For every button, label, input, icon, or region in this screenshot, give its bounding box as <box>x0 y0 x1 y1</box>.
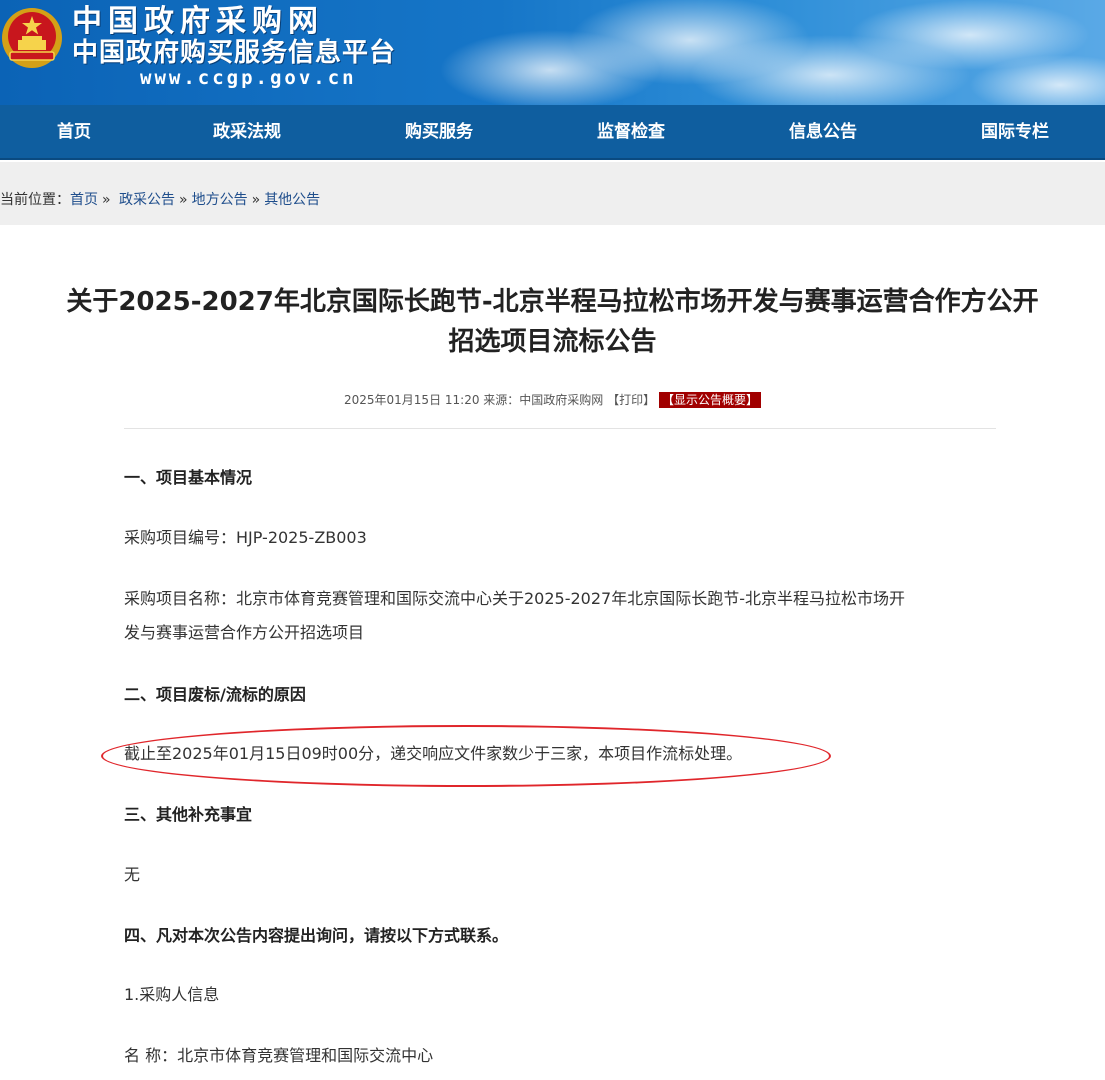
purchaser-info-heading: 1.采购人信息 <box>124 985 220 1004</box>
project-name-line-1: 采购项目名称：北京市体育竞赛管理和国际交流中心关于2025-2027年北京国际长… <box>124 589 905 608</box>
nav-item-regulations[interactable]: 政采法规 <box>196 105 298 160</box>
section-heading-1: 一、项目基本情况 <box>124 468 253 487</box>
section-heading-3: 三、其他补充事宜 <box>124 805 253 824</box>
divider <box>124 428 996 429</box>
breadcrumb-other-notices[interactable]: 其他公告 <box>264 192 320 208</box>
breadcrumb-separator: » <box>179 192 188 208</box>
project-name: 采购项目名称：北京市体育竞赛管理和国际交流中心关于2025-2027年北京国际长… <box>124 582 999 650</box>
site-title: 中国政府采购网 <box>72 4 324 39</box>
article-source: 来源：中国政府采购网 <box>483 393 604 407</box>
breadcrumb-prefix: 当前位置： <box>0 192 70 208</box>
breadcrumb-bar: 当前位置：首页» 政采公告» 地方公告» 其他公告 <box>0 162 1105 225</box>
project-number: 采购项目编号：HJP-2025-ZB003 <box>124 528 367 547</box>
site-header-banner: 中国政府采购网 中国政府购买服务信息平台 www.ccgp.gov.cn <box>0 0 1105 105</box>
breadcrumb: 当前位置：首页» 政采公告» 地方公告» 其他公告 <box>0 190 320 210</box>
nav-item-international[interactable]: 国际专栏 <box>964 105 1066 160</box>
nav-item-supervision[interactable]: 监督检查 <box>580 105 682 160</box>
publish-date: 2025年01月15日 11:20 <box>343 393 480 407</box>
failure-reason: 截止至2025年01月15日09时00分，递交响应文件家数少于三家，本项目作流标… <box>124 744 743 763</box>
breadcrumb-home[interactable]: 首页 <box>70 192 98 208</box>
page-title-line-2: 招选项目流标公告 <box>448 327 657 357</box>
print-link[interactable]: 【打印】 <box>607 393 655 407</box>
cloud-decoration <box>440 0 1105 105</box>
page-title-line-1: 关于2025-2027年北京国际长跑节-北京半程马拉松市场开发与赛事运营合作方公… <box>66 287 1039 317</box>
breadcrumb-procurement-notices[interactable]: 政采公告 <box>119 192 175 208</box>
section-heading-4: 四、凡对本次公告内容提出询问，请按以下方式联系。 <box>124 926 509 945</box>
main-nav: 首页 政采法规 购买服务 监督检查 信息公告 国际专栏 <box>0 105 1105 160</box>
purchaser-name: 名 称：北京市体育竞赛管理和国际交流中心 <box>124 1046 434 1065</box>
breadcrumb-separator: » <box>102 192 111 208</box>
nav-item-announcements[interactable]: 信息公告 <box>772 105 874 160</box>
nav-item-home[interactable]: 首页 <box>24 105 124 160</box>
article-meta: 2025年01月15日 11:20 来源：中国政府采购网 【打印】 【显示公告概… <box>0 390 1105 410</box>
other-matters-text: 无 <box>124 865 141 884</box>
nav-item-purchase-services[interactable]: 购买服务 <box>388 105 490 160</box>
breadcrumb-local-notices[interactable]: 地方公告 <box>192 192 248 208</box>
project-name-line-2: 发与赛事运营合作方公开招选项目 <box>124 623 365 642</box>
show-summary-button[interactable]: 【显示公告概要】 <box>658 392 761 408</box>
section-heading-2: 二、项目废标/流标的原因 <box>124 685 306 704</box>
national-emblem-icon <box>2 8 62 68</box>
page-title: 关于2025-2027年北京国际长跑节-北京半程马拉松市场开发与赛事运营合作方公… <box>0 282 1105 362</box>
site-subtitle: 中国政府购买服务信息平台 <box>72 38 397 68</box>
site-url: www.ccgp.gov.cn <box>140 67 357 89</box>
breadcrumb-separator: » <box>251 192 261 208</box>
